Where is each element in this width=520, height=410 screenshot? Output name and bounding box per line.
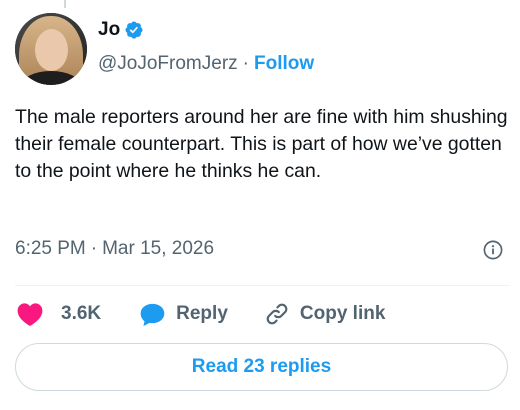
read-replies-button[interactable]: Read 23 replies (15, 343, 508, 391)
like-count: 3.6K (61, 303, 102, 324)
link-icon (264, 301, 290, 327)
thread-line (64, 0, 66, 8)
author-name-row: Jo (98, 17, 144, 43)
avatar[interactable] (15, 13, 87, 85)
follow-button[interactable]: Follow (254, 53, 314, 75)
author-display-name[interactable]: Jo (98, 19, 120, 41)
speech-bubble-icon (139, 302, 166, 327)
tweet-card: Jo @JoJoFromJerz · Follow The male repor… (0, 0, 520, 410)
separator-dot: · (90, 238, 98, 259)
action-bar: 3.6K Reply Copy link (15, 300, 385, 328)
verified-badge-icon (124, 20, 144, 40)
tweet-date: Mar 15, 2026 (102, 238, 215, 259)
author-handle-row: @JoJoFromJerz · Follow (98, 51, 314, 77)
tweet-text: The male reporters around her are fine w… (15, 106, 508, 182)
author-handle[interactable]: @JoJoFromJerz (98, 53, 238, 75)
heart-icon (15, 301, 45, 327)
tweet-timestamp[interactable]: 6:25 PM · Mar 15, 2026 (15, 236, 214, 262)
reply-label: Reply (176, 303, 228, 324)
separator-dot: · (242, 53, 249, 74)
read-replies-label: Read 23 replies (191, 356, 332, 377)
copy-link-button[interactable]: Copy link (264, 301, 386, 327)
divider (15, 285, 510, 286)
tweet-time: 6:25 PM (15, 238, 86, 259)
info-icon[interactable] (483, 240, 503, 260)
copy-link-label: Copy link (299, 303, 386, 324)
reply-button[interactable]: Reply (139, 302, 228, 327)
like-button[interactable]: 3.6K (15, 301, 101, 327)
